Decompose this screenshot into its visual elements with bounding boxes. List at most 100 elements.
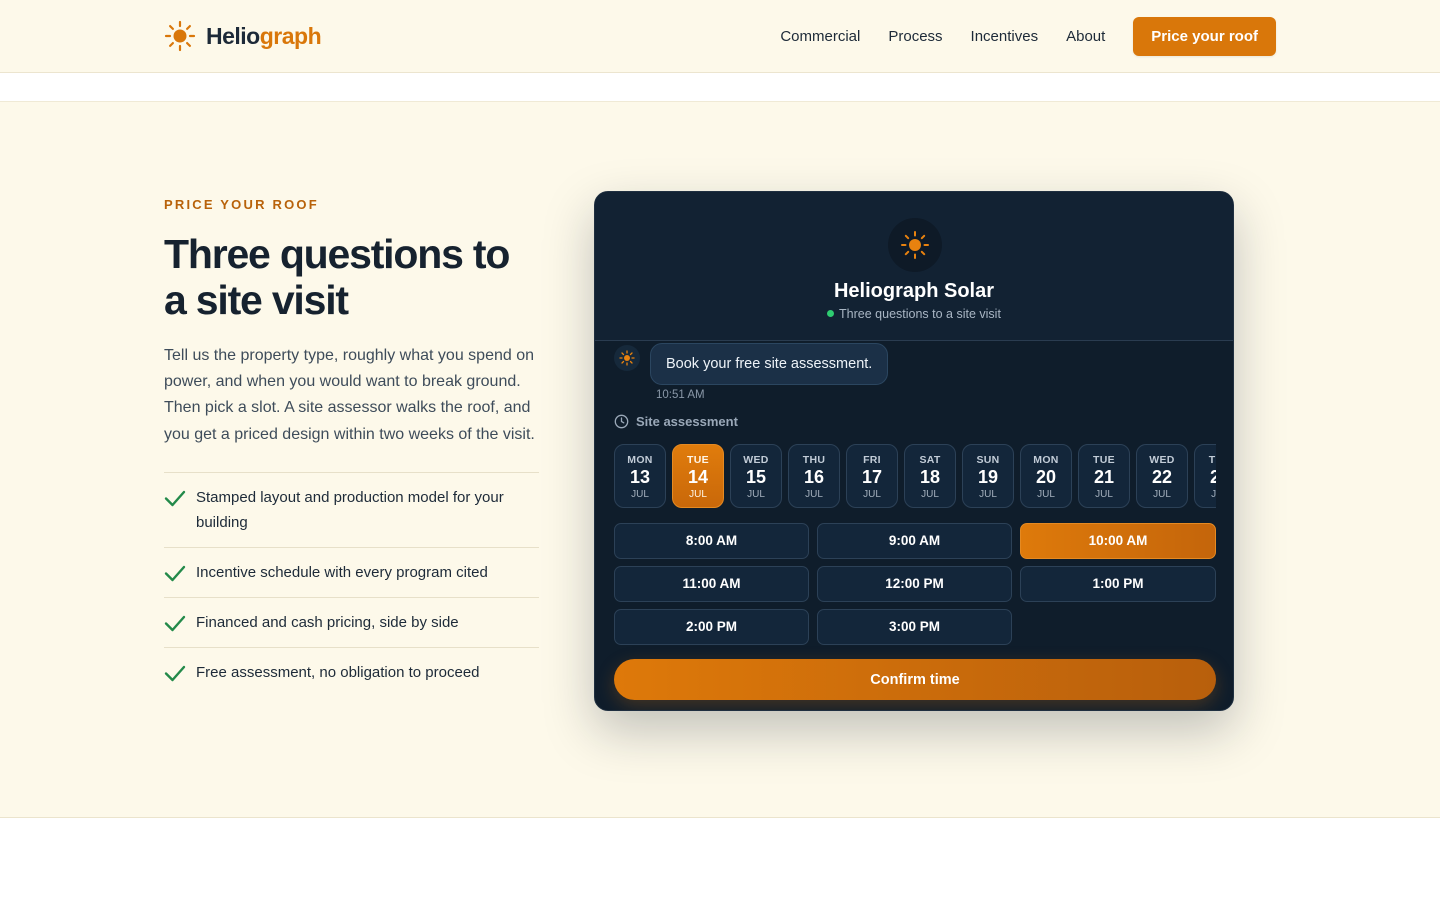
- intro-column: PRICE YOUR ROOF Three questions to a sit…: [164, 197, 539, 697]
- chat-title: Heliograph Solar: [833, 280, 995, 302]
- check-icon: [164, 665, 186, 682]
- check-icon: [164, 490, 186, 507]
- time-slot-button[interactable]: 10:00 AM: [1020, 523, 1216, 559]
- date-chip[interactable]: THU 16 JUL: [788, 444, 840, 508]
- chat-subtitle-text: Three questions to a site visit: [839, 307, 1001, 321]
- date-chip-day: 21: [1093, 467, 1115, 487]
- date-chip-weekday: THU: [802, 454, 826, 466]
- date-chip[interactable]: SAT 18 JUL: [904, 444, 956, 508]
- date-chip-month: JUL: [1153, 489, 1171, 500]
- feature-text: Incentive schedule with every program ci…: [196, 563, 488, 581]
- list-item: Incentive schedule with every program ci…: [164, 546, 539, 597]
- date-chip[interactable]: WED 22 JUL: [1136, 444, 1188, 508]
- date-chip-day: 17: [861, 467, 883, 487]
- date-chip-month: JUL: [863, 489, 881, 500]
- date-chip[interactable]: FRI 17 JUL: [846, 444, 898, 508]
- date-chip[interactable]: TUE 14 JUL: [672, 444, 724, 508]
- time-slot-button[interactable]: 9:00 AM: [817, 523, 1012, 559]
- date-chip[interactable]: WED 15 JUL: [730, 444, 782, 508]
- date-chip-month: JUL: [1037, 489, 1055, 500]
- nav-link-commercial[interactable]: Commercial: [780, 28, 860, 45]
- sun-icon: [164, 20, 196, 52]
- avatar: [888, 218, 942, 272]
- date-chip-month: JUL: [689, 489, 707, 500]
- list-item: Stamped layout and production model for …: [164, 471, 539, 547]
- date-chip-month: JUL: [1095, 489, 1113, 500]
- date-chip-weekday: FRI: [863, 454, 881, 466]
- brand-name: Heliograph: [206, 22, 322, 50]
- date-chip[interactable]: MON 13 JUL: [614, 444, 666, 508]
- time-slot-button[interactable]: 11:00 AM: [614, 566, 809, 602]
- date-chip[interactable]: MON 20 JUL: [1020, 444, 1072, 508]
- list-item: Financed and cash pricing, side by side: [164, 596, 539, 647]
- online-status-dot: [827, 310, 835, 317]
- list-item: Free assessment, no obligation to procee…: [164, 646, 539, 697]
- section-eyebrow: PRICE YOUR ROOF: [164, 197, 319, 212]
- confirm-time-button[interactable]: Confirm time: [614, 659, 1216, 700]
- chat-header: Heliograph Solar Three questions to a si…: [595, 192, 1233, 341]
- section-label-text: Site assessment: [636, 414, 738, 429]
- brand-name-prefix: Helio: [206, 22, 260, 49]
- date-chip-day: 15: [745, 467, 767, 487]
- date-chip-weekday: SAT: [919, 454, 941, 466]
- sun-icon: [901, 231, 929, 259]
- date-chip-month: JUL: [805, 489, 823, 500]
- date-chip-weekday: MON: [1033, 454, 1059, 466]
- date-chip-month: JUL: [747, 489, 765, 500]
- page-title: Three questions to a site visit: [164, 231, 510, 323]
- price-your-roof-section: PRICE YOUR ROOF Three questions to a sit…: [0, 101, 1440, 818]
- date-chip-day: 14: [687, 467, 709, 487]
- feature-text: Stamped layout and production model for …: [196, 488, 504, 531]
- feature-text: Free assessment, no obligation to procee…: [196, 663, 480, 681]
- time-slot-button[interactable]: 3:00 PM: [817, 609, 1012, 645]
- date-chip-day: 16: [803, 467, 825, 487]
- bot-message-bubble: Book your free site assessment.: [650, 343, 889, 385]
- date-chip-weekday: MON: [627, 454, 653, 466]
- nav-link-process[interactable]: Process: [888, 28, 942, 45]
- date-chip-month: JUL: [979, 489, 997, 500]
- sun-icon: [619, 350, 635, 366]
- date-chip-day: 22: [1151, 467, 1173, 487]
- date-chip-day: 13: [629, 467, 651, 487]
- date-chip-month: JUL: [631, 489, 649, 500]
- date-chip-weekday: TUE: [1093, 454, 1115, 466]
- price-your-roof-button[interactable]: Price your roof: [1133, 17, 1276, 56]
- brand-name-suffix: graph: [259, 22, 322, 49]
- time-slot-button[interactable]: 12:00 PM: [817, 566, 1012, 602]
- check-icon: [164, 615, 186, 632]
- date-chip-month: JUL: [921, 489, 939, 500]
- date-chip-month: JUL: [1211, 489, 1216, 500]
- feature-text: Financed and cash pricing, side by side: [196, 613, 459, 631]
- date-chip-day: 20: [1035, 467, 1057, 487]
- date-chip-day: 19: [977, 467, 999, 487]
- booking-chat-widget: Heliograph Solar Three questions to a si…: [594, 191, 1234, 711]
- date-chip-weekday: WED: [743, 454, 769, 466]
- time-slot-button[interactable]: 8:00 AM: [614, 523, 809, 559]
- date-chip-weekday: SUN: [976, 454, 1000, 466]
- date-picker: MON 13 JUL TUE 14 JUL WED 15 JUL THU 16 JUL FRI 17 JUL…: [614, 444, 1216, 508]
- logo[interactable]: Heliograph: [164, 20, 322, 52]
- feature-list: Stamped layout and production model for …: [164, 471, 539, 697]
- date-chip-weekday: WED: [1149, 454, 1175, 466]
- check-icon: [164, 565, 186, 582]
- chat-subtitle: Three questions to a site visit: [595, 307, 1233, 321]
- date-chip[interactable]: THU23 JUL: [1194, 444, 1216, 508]
- date-chip[interactable]: SUN 19 JUL: [962, 444, 1014, 508]
- clock-icon: [614, 414, 629, 429]
- message-timestamp: 10:51 AM: [656, 389, 705, 401]
- main-nav: Commercial Process Incentives About Pric…: [780, 17, 1276, 56]
- intro-paragraph: Tell us the property type, roughly what …: [164, 347, 535, 443]
- date-chip-day: 23: [1195, 467, 1216, 487]
- nav-link-about[interactable]: About: [1066, 28, 1105, 45]
- date-chip-weekday: TUE: [687, 454, 709, 466]
- date-chip[interactable]: TUE 21 JUL: [1078, 444, 1130, 508]
- section-label: Site assessment: [614, 414, 738, 429]
- nav-link-incentives[interactable]: Incentives: [971, 28, 1039, 45]
- time-slot-button[interactable]: 1:00 PM: [1020, 566, 1216, 602]
- time-slot-button[interactable]: 2:00 PM: [614, 609, 809, 645]
- date-chip-weekday: THU: [1208, 454, 1216, 466]
- time-slot-grid: 8:00 AM 9:00 AM 10:00 AM 11:00 AM 12:00 PM 1:…: [614, 523, 1216, 645]
- site-header: Heliograph Commercial Process Incentives…: [0, 0, 1440, 73]
- bot-avatar: [614, 345, 640, 371]
- date-chip-day: 18: [919, 467, 941, 487]
